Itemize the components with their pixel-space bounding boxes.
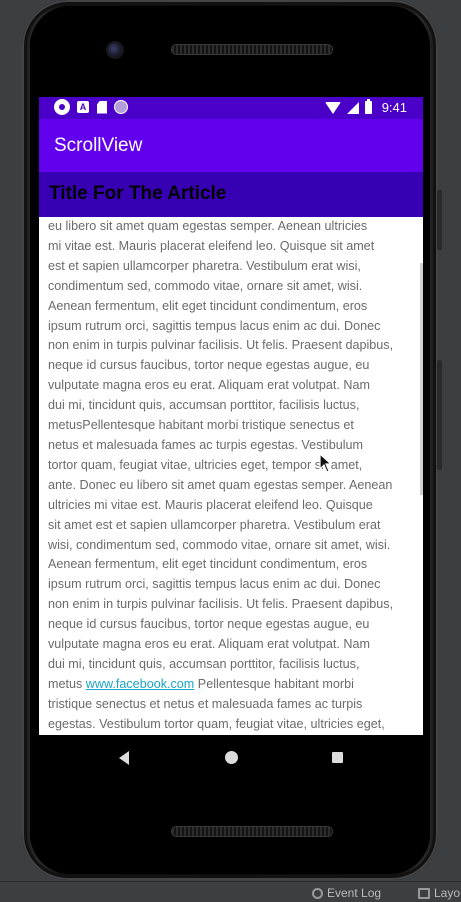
sd-card-icon bbox=[97, 100, 107, 114]
article-line: dui mi, tincidunt quis, accumsan porttit… bbox=[48, 656, 360, 671]
article-line: ipsum rutrum orci, sagittis tempus lacus… bbox=[48, 318, 381, 333]
article-line: metusPellentesque habitant morbi tristiq… bbox=[48, 418, 354, 433]
power-button[interactable] bbox=[437, 190, 442, 250]
event-log-icon bbox=[312, 887, 323, 899]
a-icon: A bbox=[77, 101, 89, 113]
article-line: Aenean fermentum, elit eget tincidunt co… bbox=[48, 557, 368, 572]
article-line: condimentum sed, commodo vitae, ornare s… bbox=[48, 278, 363, 293]
ide-status-bar: Event Log Layo bbox=[0, 881, 461, 902]
wifi-icon bbox=[324, 101, 341, 114]
home-icon[interactable] bbox=[225, 751, 238, 764]
article-line: mi vitae est. Mauris placerat eleifend l… bbox=[48, 238, 375, 253]
battery-icon bbox=[364, 99, 372, 114]
status-bar: A 9:41 bbox=[39, 97, 423, 119]
navigation-bar bbox=[39, 735, 423, 781]
layout-icon bbox=[418, 887, 430, 899]
link-prefix: metus bbox=[48, 676, 86, 691]
article-title: Title For The Article bbox=[49, 183, 227, 204]
top-speaker bbox=[172, 45, 332, 54]
article-line: egestas. Vestibulum tortor quam, feugiat… bbox=[48, 716, 385, 731]
gear-icon bbox=[56, 101, 68, 113]
app-title: ScrollView bbox=[54, 135, 143, 156]
article-line: eu libero sit amet quam egestas semper. … bbox=[48, 219, 368, 233]
layout-label: Layo bbox=[434, 886, 461, 900]
emulator-stage: A 9:41 ScrollView Title For The Article … bbox=[0, 0, 461, 902]
article-line: sit amet est et sapien ullamcorper phare… bbox=[48, 517, 381, 532]
front-camera bbox=[108, 43, 122, 57]
article-line: tristique senectus et netus et malesuada… bbox=[48, 696, 363, 711]
back-icon[interactable] bbox=[119, 751, 129, 765]
scroll-view[interactable]: eu libero sit amet quam egestas semper. … bbox=[48, 217, 420, 735]
facebook-link[interactable]: www.facebook.com bbox=[86, 677, 195, 691]
event-log-button[interactable]: Event Log bbox=[312, 886, 381, 900]
article-line: dui mi, tincidunt quis, accumsan porttit… bbox=[48, 398, 360, 413]
article-line: neque id cursus faucibus, tortor neque e… bbox=[48, 358, 370, 373]
article-line: vulputate magna eros eu erat. Aliquam er… bbox=[48, 378, 371, 393]
article-line: tortor quam, feugiat vitae, ultricies eg… bbox=[48, 457, 363, 472]
link-suffix: Pellentesque habitant morbi bbox=[194, 676, 354, 691]
bottom-speaker bbox=[172, 827, 332, 836]
event-log-label: Event Log bbox=[327, 886, 382, 900]
article-line: non enim in turpis pulvinar facilisis. U… bbox=[48, 338, 394, 353]
article-line: wisi, condimentum sed, commodo vitae, or… bbox=[48, 537, 391, 552]
article-line: netus et malesuada fames ac turpis egest… bbox=[48, 437, 364, 452]
signal-icon bbox=[346, 101, 359, 114]
volume-button[interactable] bbox=[437, 360, 442, 470]
article-line: vulputate magna eros eu erat. Aliquam er… bbox=[48, 637, 371, 652]
circle-app-icon bbox=[115, 101, 127, 113]
app-bar: ScrollView bbox=[39, 119, 423, 172]
article-link-line: metus www.facebook.com Pellentesque habi… bbox=[48, 675, 420, 695]
article-line: Aenean fermentum, elit eget tincidunt co… bbox=[48, 298, 368, 313]
article-line: ultricies mi vitae est. Mauris placerat … bbox=[48, 497, 373, 512]
status-time: 9:41 bbox=[381, 100, 407, 115]
scrollbar[interactable] bbox=[420, 263, 423, 495]
article-line: non enim in turpis pulvinar facilisis. U… bbox=[48, 597, 394, 612]
recents-icon[interactable] bbox=[332, 752, 343, 763]
article-line: est et sapien ullamcorper pharetra. Vest… bbox=[48, 258, 361, 273]
article-line: ante. Donec eu libero sit amet quam eges… bbox=[48, 477, 393, 492]
article-line: ipsum rutrum orci, sagittis tempus lacus… bbox=[48, 577, 381, 592]
article-line: neque id cursus faucibus, tortor neque e… bbox=[48, 617, 370, 632]
device-screen: A 9:41 ScrollView Title For The Article … bbox=[39, 97, 423, 735]
article-header: Title For The Article bbox=[39, 172, 423, 217]
layout-button[interactable]: Layo bbox=[418, 886, 460, 900]
